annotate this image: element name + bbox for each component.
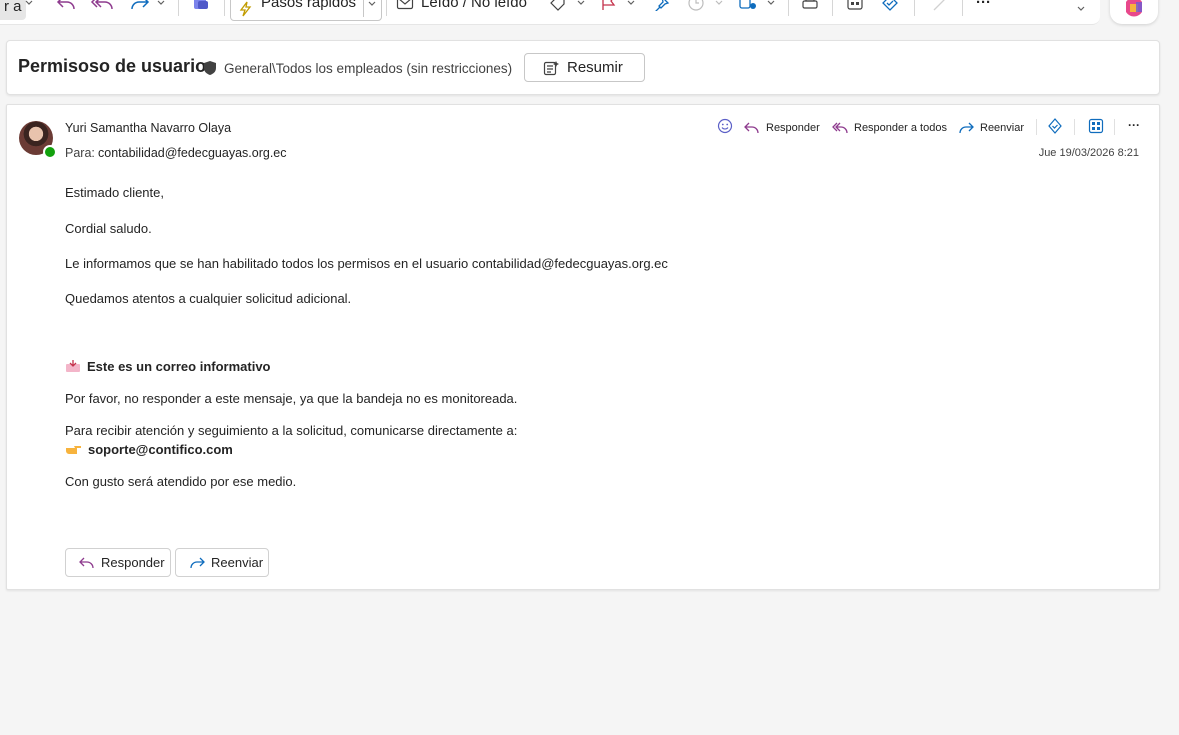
forward-button[interactable]: Reenviar <box>958 119 1024 137</box>
forward-label: Reenviar <box>980 122 1025 134</box>
quick-steps-label: Pasos rápidos <box>261 0 357 11</box>
more-options-button[interactable]: ··· <box>976 0 991 11</box>
info-line: Por favor, no responder a este mensaje, … <box>65 391 518 406</box>
chevron-down-icon[interactable] <box>576 0 586 8</box>
to-label: Para: <box>65 146 95 160</box>
snooze-clock-icon[interactable] <box>686 0 706 11</box>
forward-icon <box>959 122 974 134</box>
partial-ribbon-button[interactable]: r a <box>0 0 26 20</box>
reply-all-button[interactable]: Responder a todos <box>832 119 947 137</box>
copilot-icon <box>1126 0 1142 17</box>
body-line: Le informamos que se han habilitado todo… <box>65 256 668 271</box>
reply-button[interactable]: Responder <box>744 119 820 137</box>
reply-all-icon <box>832 122 848 134</box>
toolbar-divider <box>788 0 789 16</box>
footer-forward-label: Reenviar <box>211 555 264 570</box>
support-contact: soporte@contifico.com <box>65 442 233 457</box>
print-icon[interactable] <box>800 0 820 11</box>
action-divider <box>1114 119 1115 135</box>
toolbar-divider <box>832 0 833 16</box>
copilot-button[interactable] <box>1110 0 1158 24</box>
reply-icon[interactable] <box>56 0 78 11</box>
action-divider <box>1074 119 1075 135</box>
footer-forward-button[interactable]: Reenviar <box>175 548 269 577</box>
summarize-button[interactable]: Resumir <box>524 53 645 82</box>
inbox-tray-icon <box>66 360 80 372</box>
info-heading: Este es un correo informativo <box>65 359 271 374</box>
pointing-hand-icon <box>66 446 81 454</box>
apps-icon[interactable] <box>1088 118 1104 134</box>
footer-reply-label: Responder <box>101 555 165 570</box>
subject-bar: Permisoso de usuario General\Todos los e… <box>6 40 1160 95</box>
salutation: Cordial saludo. <box>65 221 152 236</box>
quick-steps-button[interactable]: Pasos rápidos <box>230 0 382 21</box>
more-actions-button[interactable]: ··· <box>1128 116 1140 134</box>
emoji-reaction-icon[interactable] <box>717 118 733 134</box>
info-heading-text: Este es un correo informativo <box>87 359 271 374</box>
envelope-icon[interactable] <box>396 0 414 11</box>
chevron-down-icon[interactable] <box>714 0 724 8</box>
toolbar-divider <box>178 0 179 16</box>
greeting: Estimado cliente, <box>65 185 164 200</box>
chevron-down-icon[interactable] <box>626 0 636 8</box>
toolbar-divider <box>914 0 915 16</box>
tag-icon[interactable] <box>548 0 568 11</box>
reply-icon <box>744 122 759 134</box>
reply-icon <box>79 557 94 568</box>
closing: Con gusto será atendido por ese medio. <box>65 474 297 489</box>
split-divider <box>363 0 364 17</box>
reply-all-label: Responder a todos <box>854 122 947 134</box>
loop-icon[interactable] <box>880 0 900 11</box>
chevron-down-icon[interactable] <box>24 0 34 8</box>
chevron-down-icon[interactable] <box>156 0 166 8</box>
avatar[interactable] <box>19 121 57 159</box>
info-line: Para recibir atención y seguimiento a la… <box>65 423 518 438</box>
forward-icon[interactable] <box>128 0 150 11</box>
read-unread-button[interactable]: Leído / No leído <box>421 0 527 11</box>
body-line: Quedamos atentos a cualquier solicitud a… <box>65 291 352 306</box>
reply-all-icon[interactable] <box>90 0 114 11</box>
support-email[interactable]: soporte@contifico.com <box>88 442 233 457</box>
pin-icon[interactable] <box>650 0 670 11</box>
action-divider <box>1036 119 1037 135</box>
teams-icon[interactable] <box>192 0 210 11</box>
rules-icon[interactable] <box>738 0 760 11</box>
apps-icon[interactable] <box>845 0 865 11</box>
email-subject: Permisoso de usuario <box>18 56 207 76</box>
recipient-address[interactable]: contabilidad@fedecguayas.org.ec <box>98 146 287 160</box>
toolbar-divider <box>224 0 225 16</box>
forward-icon <box>190 557 205 568</box>
lightning-icon <box>239 1 252 17</box>
chevron-down-icon[interactable] <box>1076 4 1086 14</box>
sensitivity-label[interactable]: General\Todos los empleados (sin restric… <box>224 61 512 76</box>
chevron-down-icon[interactable] <box>766 0 776 8</box>
shield-icon <box>204 61 216 75</box>
ribbon-toolbar: r a Pasos rápidos Leído / No leído ··· <box>0 0 1100 25</box>
flag-icon[interactable] <box>600 0 618 11</box>
toolbar-divider <box>386 0 387 16</box>
footer-reply-button[interactable]: Responder <box>65 548 171 577</box>
reply-label: Responder <box>766 122 820 134</box>
chevron-down-icon[interactable] <box>367 0 377 9</box>
pen-icon[interactable] <box>930 0 950 11</box>
loop-icon[interactable] <box>1047 118 1063 134</box>
summarize-label: Resumir <box>567 59 623 76</box>
message-date: Jue 19/03/2026 8:21 <box>1038 147 1139 159</box>
summarize-icon <box>543 61 559 76</box>
toolbar-divider <box>962 0 963 16</box>
sender-name[interactable]: Yuri Samantha Navarro Olaya <box>65 121 231 135</box>
message-card: Yuri Samantha Navarro Olaya Para: contab… <box>6 104 1160 590</box>
presence-available-icon <box>43 145 57 159</box>
